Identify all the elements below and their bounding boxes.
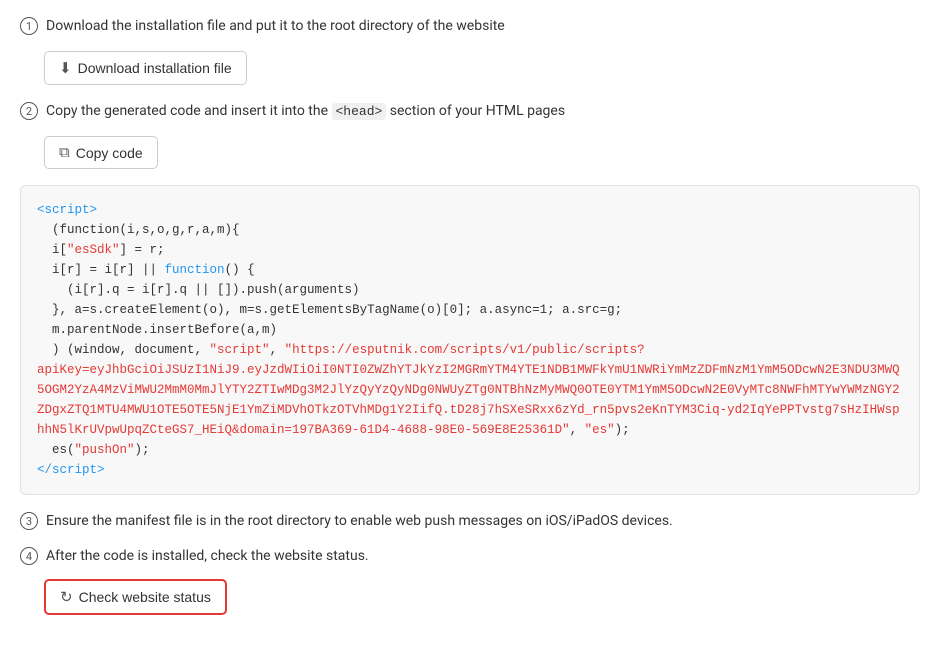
refresh-icon: ↻ xyxy=(60,588,73,606)
copy-button-label: Copy code xyxy=(76,145,143,161)
copy-icon: ⧉ xyxy=(59,144,70,161)
step-4-row: 4 After the code is installed, check the… xyxy=(20,546,920,567)
check-button-label: Check website status xyxy=(79,589,211,605)
step-1-number: 1 xyxy=(20,17,38,35)
code-block: <script> (function(i,s,o,g,r,a,m){ i["es… xyxy=(20,185,920,495)
step-1-row: 1 Download the installation file and put… xyxy=(20,16,920,37)
head-tag: <head> xyxy=(332,103,387,120)
check-website-button[interactable]: ↻ Check website status xyxy=(44,579,227,615)
step-2-number: 2 xyxy=(20,102,38,120)
step-3-number: 3 xyxy=(20,512,38,530)
step-4-text: After the code is installed, check the w… xyxy=(46,546,369,567)
step-2-text: Copy the generated code and insert it in… xyxy=(46,101,565,122)
step-1-text: Download the installation file and put i… xyxy=(46,16,505,37)
step-3-row: 3 Ensure the manifest file is in the roo… xyxy=(20,511,920,532)
copy-code-button[interactable]: ⧉ Copy code xyxy=(44,136,158,169)
step-4-number: 4 xyxy=(20,547,38,565)
download-button-label: Download installation file xyxy=(78,60,232,76)
download-button[interactable]: ⬇ Download installation file xyxy=(44,51,247,85)
download-icon: ⬇ xyxy=(59,59,72,77)
step-3-text: Ensure the manifest file is in the root … xyxy=(46,511,673,532)
step-2-row: 2 Copy the generated code and insert it … xyxy=(20,101,920,122)
